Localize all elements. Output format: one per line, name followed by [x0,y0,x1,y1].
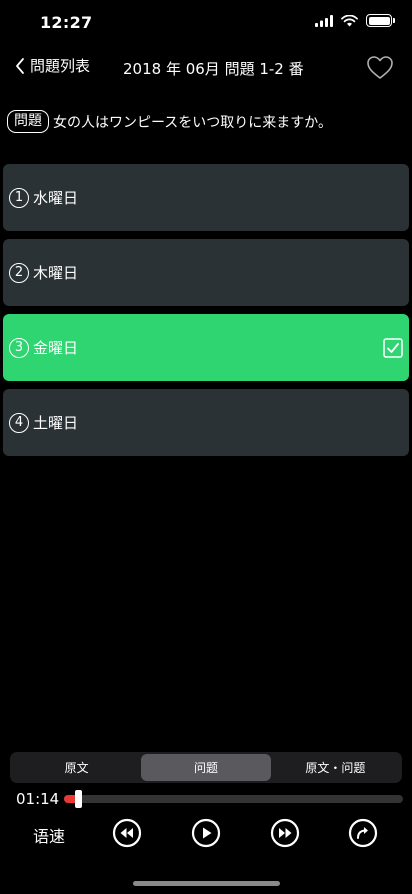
option-4[interactable]: 4 土曜日 [3,389,409,456]
back-button[interactable]: 問題列表 [14,55,90,76]
progress-slider[interactable] [64,790,403,808]
progress-thumb[interactable] [75,790,82,808]
current-time: 01:14 [16,790,60,808]
battery-icon [366,14,395,27]
fast-forward-icon[interactable] [270,818,300,848]
rewind-icon[interactable] [112,818,142,848]
tab-question[interactable]: 问题 [141,754,271,781]
question-row: 問題 女の人はワンピースをいつ取りに来ますか。 [7,110,332,133]
option-label: 水曜日 [33,189,79,207]
status-time: 12:27 [40,13,93,32]
option-number: 1 [9,187,29,208]
check-icon [383,338,403,358]
option-1[interactable]: 1 水曜日 [3,164,409,231]
question-text: 女の人はワンピースをいつ取りに来ますか。 [53,114,333,131]
chevron-left-icon [16,57,24,74]
status-bar: 12:27 [0,0,412,46]
option-number: 2 [9,262,29,283]
option-label: 土曜日 [33,414,79,432]
speed-button[interactable]: 语速 [33,823,65,847]
tab-original-text[interactable]: 原文 [12,754,141,781]
screen: 12:27 問題列表 2018 年 06月 問題 1-2 番 問題 女の人はワン… [0,0,412,894]
option-number: 3 [9,337,29,358]
page-title: 2018 年 06月 問題 1-2 番 [123,60,304,78]
home-indicator [133,881,280,886]
share-icon[interactable] [348,818,378,848]
tab-original-and-question[interactable]: 原文・问题 [271,754,400,781]
option-2[interactable]: 2 木曜日 [3,239,409,306]
question-tag: 問題 [7,110,49,133]
option-3[interactable]: 3 金曜日 [3,314,409,381]
option-label: 木曜日 [33,264,79,282]
option-label: 金曜日 [33,339,79,357]
play-icon[interactable] [191,818,221,848]
wifi-icon [341,14,358,26]
view-segmented-control: 原文 问题 原文・问题 [10,752,402,783]
status-icons [315,14,395,27]
signal-icon [315,14,333,27]
option-number: 4 [9,412,29,433]
heart-icon[interactable] [366,54,394,82]
back-button-label: 問題列表 [30,57,91,75]
nav-bar: 問題列表 2018 年 06月 問題 1-2 番 [0,52,412,84]
